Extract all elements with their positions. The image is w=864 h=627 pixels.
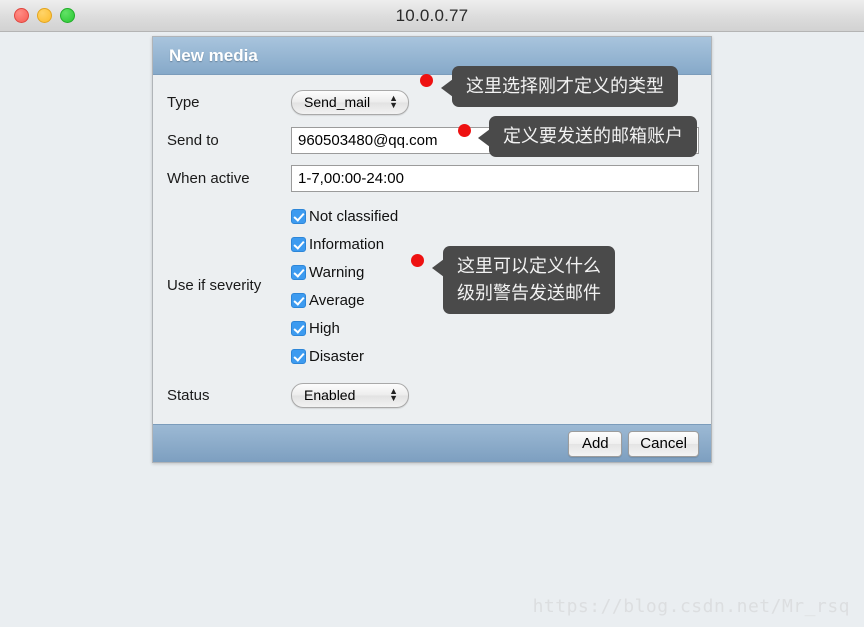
window-titlebar: 10.0.0.77 [0, 0, 864, 32]
severity-checkbox-disaster[interactable]: Disaster [291, 345, 398, 368]
severity-label: Average [309, 292, 365, 309]
severity-label: Not classified [309, 208, 399, 225]
add-button[interactable]: Add [568, 430, 623, 457]
checkbox-checked-icon [291, 349, 306, 364]
severity-label: Disaster [309, 348, 365, 365]
status-select-value: Enabled [304, 387, 356, 403]
label-type: Type [167, 93, 200, 111]
checkbox-checked-icon [291, 209, 306, 224]
dialog-title: New media [169, 45, 258, 65]
when-active-input[interactable]: 1-7,00:00-24:00 [291, 164, 699, 192]
severity-checkbox-information[interactable]: Information [291, 233, 398, 256]
label-status: Status [167, 386, 210, 404]
annotation-marker-severity [411, 254, 424, 267]
annotation-callout-severity: 这里可以定义什么 级别警告发送邮件 [432, 246, 615, 314]
severity-checkbox-not-classified[interactable]: Not classified [291, 205, 398, 228]
window-title: 10.0.0.77 [395, 5, 469, 25]
severity-label: High [309, 320, 340, 337]
annotation-marker-send-to [458, 124, 471, 137]
severity-checkbox-warning[interactable]: Warning [291, 261, 398, 284]
field-status: Enabled ▲ ▼ [291, 382, 711, 408]
checkbox-checked-icon [291, 265, 306, 280]
stepper-arrows-icon: ▲ ▼ [389, 93, 398, 110]
severity-checkbox-list: Not classified Information Warning Avera… [291, 203, 398, 368]
status-select[interactable]: Enabled ▲ ▼ [291, 382, 409, 408]
dialog-footer: Add Cancel [153, 424, 711, 462]
type-select[interactable]: Send_mail ▲ ▼ [291, 89, 409, 115]
watermark: https://blog.csdn.net/Mr_rsq [532, 596, 850, 617]
form-row-when-active: When active 1-7,00:00-24:00 [153, 159, 711, 197]
severity-label: Warning [309, 264, 365, 281]
field-when-active: 1-7,00:00-24:00 [291, 164, 711, 192]
form-row-status: Status Enabled ▲ ▼ [153, 376, 711, 414]
severity-label: Information [309, 236, 385, 253]
checkbox-checked-icon [291, 293, 306, 308]
form-row-severity: Use if severity Not classified Informati… [153, 203, 711, 368]
stepper-arrows-icon: ▲ ▼ [389, 386, 398, 403]
annotation-callout-send-to: 定义要发送的邮箱账户 [478, 116, 697, 157]
checkbox-checked-icon [291, 321, 306, 336]
annotation-callout-type: 这里选择刚才定义的类型 [441, 66, 678, 107]
checkbox-checked-icon [291, 237, 306, 252]
label-when-active: When active [167, 169, 250, 187]
annotation-marker-type [420, 74, 433, 87]
label-use-if-severity: Use if severity [167, 277, 262, 294]
type-select-value: Send_mail [304, 94, 371, 110]
cancel-button[interactable]: Cancel [628, 430, 699, 457]
label-send-to: Send to [167, 131, 219, 149]
severity-checkbox-average[interactable]: Average [291, 289, 398, 312]
severity-checkbox-high[interactable]: High [291, 317, 398, 340]
